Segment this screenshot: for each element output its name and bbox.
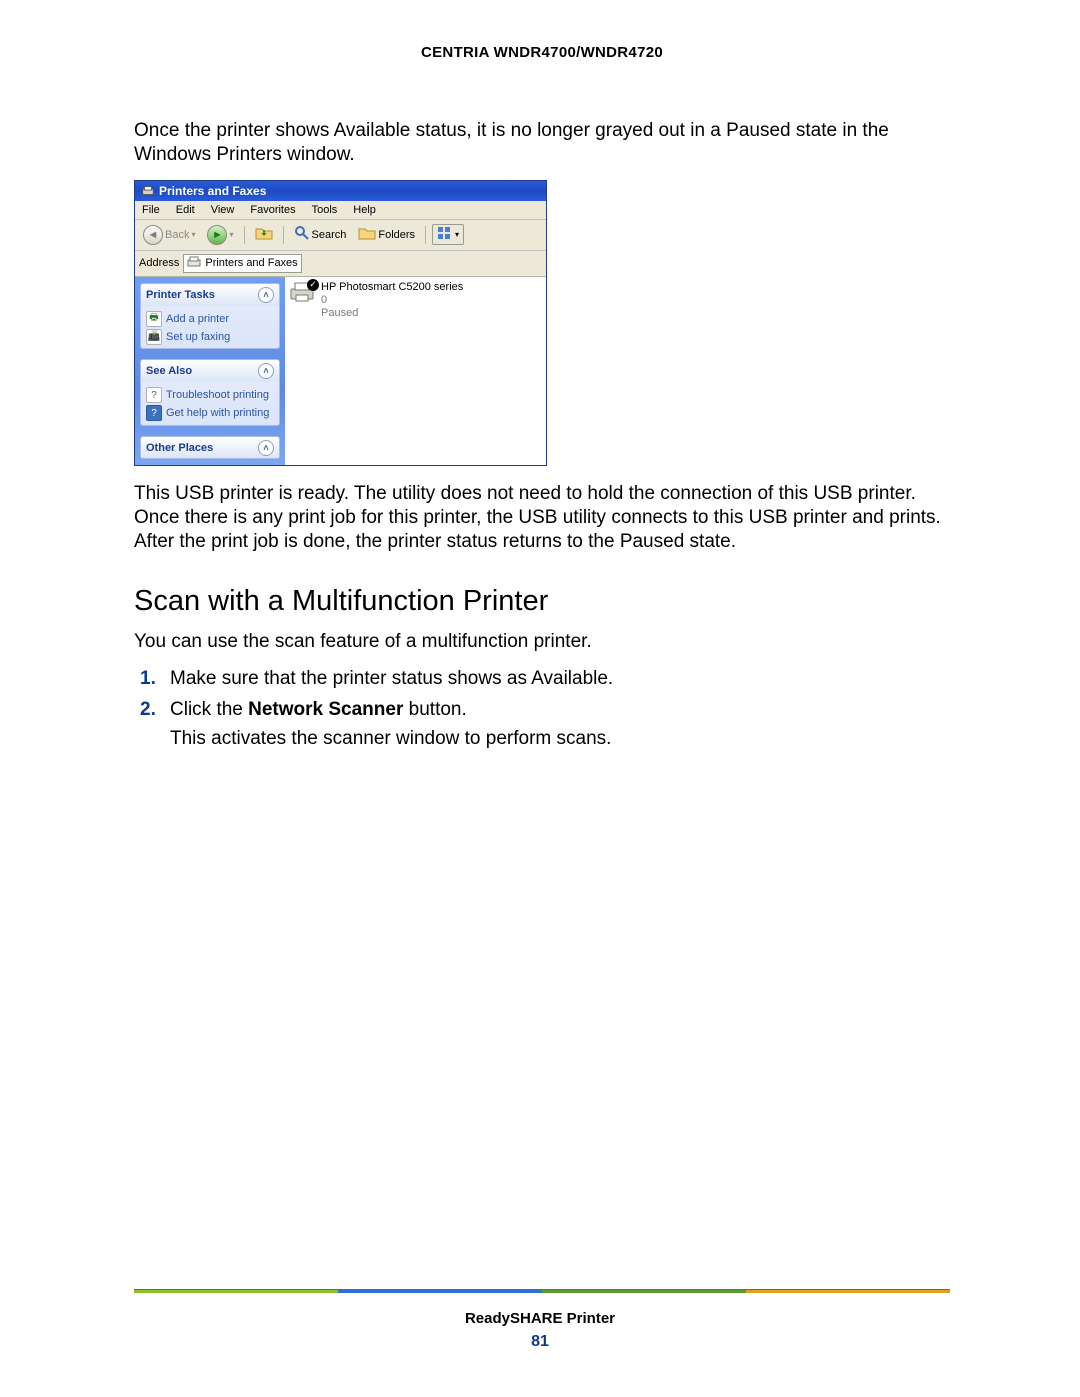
step-2-number: 2. — [140, 697, 156, 722]
printer-titlebar-icon — [141, 184, 155, 198]
page-header-title: CENTRIA WNDR4700/WNDR4720 — [134, 44, 950, 61]
toolbar-separator-3 — [425, 226, 426, 244]
toolbar-separator — [244, 226, 245, 244]
collapse-icon: ˄ — [258, 287, 274, 303]
side-panel-printer-tasks: Printer Tasks ˄ 🖶 Add a printer 📠 Set up… — [140, 283, 280, 350]
page: CENTRIA WNDR4700/WNDR4720 Once the print… — [0, 0, 1080, 1397]
back-dropdown-icon: ▾ — [191, 230, 195, 239]
set-faxing-label: Set up faxing — [166, 331, 230, 343]
menu-file[interactable]: File — [139, 203, 163, 217]
troubleshoot-label: Troubleshoot printing — [166, 389, 269, 401]
footer: ReadySHARE Printer 81 — [0, 1310, 1080, 1351]
step-1-number: 1. — [140, 666, 156, 691]
search-button[interactable]: Search — [290, 223, 351, 246]
xp-title-text: Printers and Faxes — [159, 184, 266, 198]
gethelp-link[interactable]: ? Get help with printing — [146, 404, 274, 422]
paragraph-usb-ready: This USB printer is ready. The utility d… — [134, 482, 950, 555]
up-button[interactable] — [251, 223, 277, 246]
step-1-text: Make sure that the printer status shows … — [170, 668, 613, 689]
search-label: Search — [312, 229, 347, 241]
menu-edit[interactable]: Edit — [173, 203, 198, 217]
folder-up-icon — [255, 225, 273, 244]
views-dropdown-icon: ▾ — [455, 230, 459, 239]
xp-addressbar: Address Printers and Faxes — [135, 251, 546, 277]
other-places-head-label: Other Places — [146, 442, 213, 454]
back-icon: ◄ — [143, 225, 163, 245]
forward-dropdown-icon: ▾ — [229, 230, 233, 239]
footer-title: ReadySHARE Printer — [0, 1310, 1080, 1327]
add-printer-icon: 🖶 — [146, 311, 162, 327]
printer-tasks-head-label: Printer Tasks — [146, 289, 215, 301]
step-2-pre: Click the — [170, 699, 248, 720]
printer-status: Paused — [321, 307, 463, 320]
default-check-icon: ✓ — [307, 279, 319, 291]
printer-text: HP Photosmart C5200 series 0 Paused — [321, 281, 463, 321]
forward-button[interactable]: ► ▾ — [203, 223, 237, 247]
add-printer-link[interactable]: 🖶 Add a printer — [146, 310, 274, 328]
side-panel-head-seealso[interactable]: See Also ˄ — [141, 360, 279, 382]
views-icon — [437, 226, 453, 243]
back-label: Back — [165, 229, 189, 241]
step-2-bold: Network Scanner — [248, 699, 403, 720]
xp-menubar: File Edit View Favorites Tools Help — [135, 201, 546, 220]
help-icon-2: ? — [146, 405, 162, 421]
step-2: 2. Click the Network Scanner button. — [134, 697, 950, 722]
printer-icon: ✓ — [289, 281, 315, 303]
forward-icon: ► — [207, 225, 227, 245]
help-icon: ? — [146, 387, 162, 403]
xp-sidepane: Printer Tasks ˄ 🖶 Add a printer 📠 Set up… — [135, 277, 285, 465]
expand-icon: ˄ — [258, 440, 274, 456]
folders-label: Folders — [378, 229, 415, 241]
paragraph-intro: Once the printer shows Available status,… — [134, 119, 950, 168]
set-faxing-link[interactable]: 📠 Set up faxing — [146, 328, 274, 346]
menu-help[interactable]: Help — [350, 203, 379, 217]
address-label: Address — [139, 257, 179, 269]
address-value: Printers and Faxes — [205, 257, 297, 269]
views-button[interactable]: ▾ — [432, 224, 464, 245]
folders-icon — [358, 225, 376, 244]
side-panel-body-tasks: 🖶 Add a printer 📠 Set up faxing — [141, 306, 279, 350]
footer-rule — [134, 1290, 950, 1293]
folders-button[interactable]: Folders — [354, 223, 419, 246]
address-input[interactable]: Printers and Faxes — [183, 254, 301, 273]
add-printer-label: Add a printer — [166, 313, 229, 325]
step-2-post: button. — [403, 699, 466, 720]
side-panel-see-also: See Also ˄ ? Troubleshoot printing ? Get… — [140, 359, 280, 426]
gethelp-label: Get help with printing — [166, 407, 269, 419]
xp-toolbar: ◄ Back ▾ ► ▾ Search — [135, 220, 546, 251]
printer-queue: 0 — [321, 294, 463, 307]
address-icon — [187, 256, 201, 271]
steps-list: 1. Make sure that the printer status sho… — [134, 666, 950, 722]
xp-window: Printers and Faxes File Edit View Favori… — [134, 180, 547, 466]
side-panel-head-other[interactable]: Other Places ˄ — [141, 437, 279, 459]
troubleshoot-link[interactable]: ? Troubleshoot printing — [146, 386, 274, 404]
toolbar-separator-2 — [283, 226, 284, 244]
see-also-head-label: See Also — [146, 365, 192, 377]
fax-icon: 📠 — [146, 329, 162, 345]
search-icon — [294, 225, 310, 244]
side-panel-other-places: Other Places ˄ — [140, 436, 280, 459]
menu-tools[interactable]: Tools — [309, 203, 341, 217]
side-panel-head-tasks[interactable]: Printer Tasks ˄ — [141, 284, 279, 306]
section-heading-scan: Scan with a Multifunction Printer — [134, 585, 950, 618]
step-1: 1. Make sure that the printer status sho… — [134, 666, 950, 691]
menu-view[interactable]: View — [208, 203, 238, 217]
collapse-icon-2: ˄ — [258, 363, 274, 379]
step-2-subtext: This activates the scanner window to per… — [170, 728, 950, 750]
printer-item[interactable]: ✓ HP Photosmart C5200 series 0 Paused — [289, 281, 542, 321]
printer-name: HP Photosmart C5200 series — [321, 281, 463, 294]
back-button[interactable]: ◄ Back ▾ — [139, 223, 199, 247]
paragraph-scan-intro: You can use the scan feature of a multif… — [134, 630, 950, 654]
xp-titlebar: Printers and Faxes — [135, 181, 546, 201]
xp-content-area: ✓ HP Photosmart C5200 series 0 Paused — [285, 277, 546, 465]
xp-body: Printer Tasks ˄ 🖶 Add a printer 📠 Set up… — [135, 277, 546, 465]
side-panel-body-seealso: ? Troubleshoot printing ? Get help with … — [141, 382, 279, 426]
footer-page-number: 81 — [0, 1333, 1080, 1351]
menu-favorites[interactable]: Favorites — [247, 203, 298, 217]
